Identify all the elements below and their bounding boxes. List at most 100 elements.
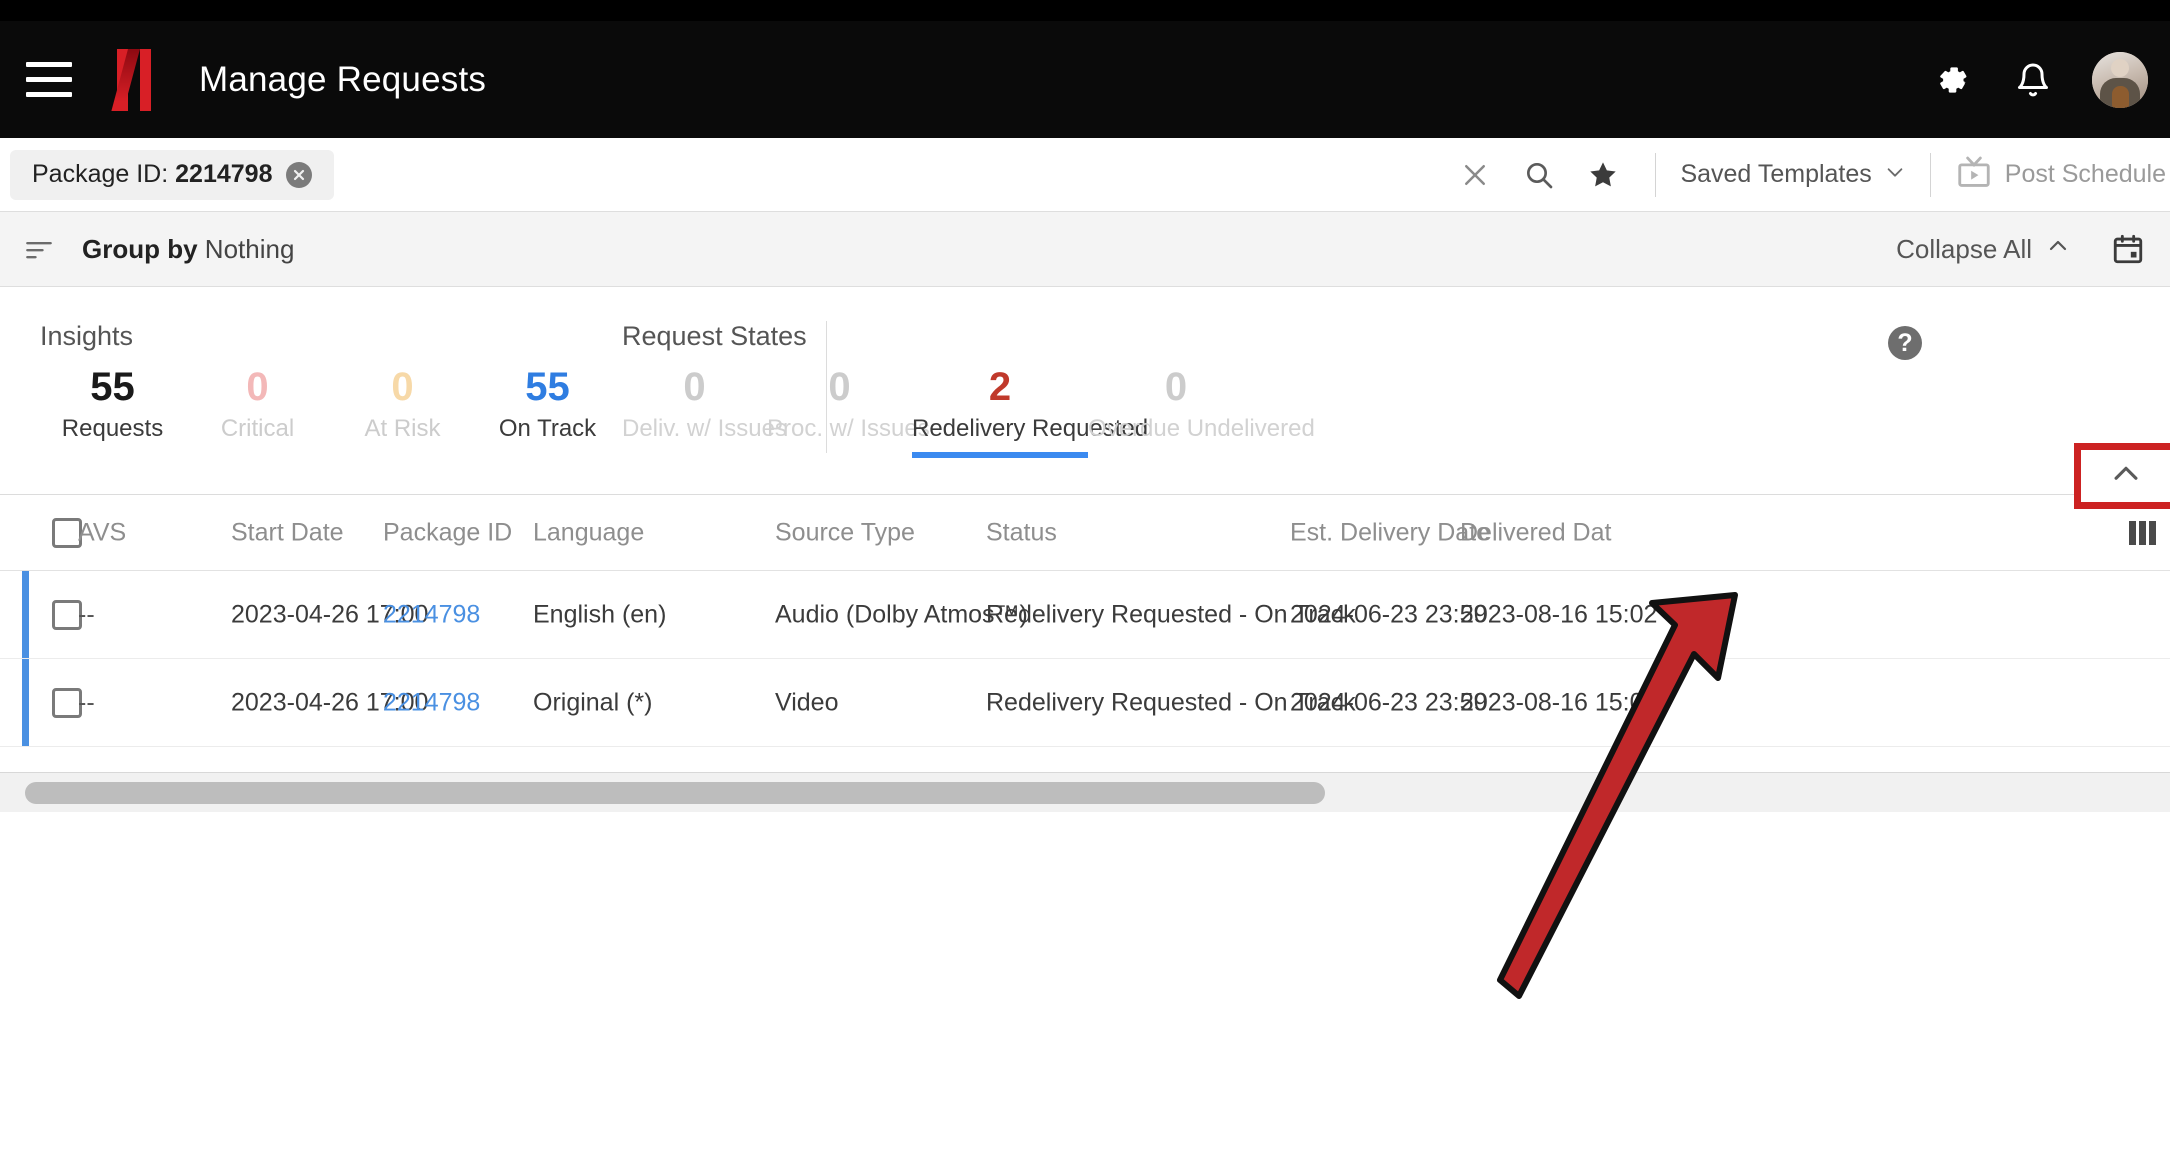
cell-est-delivery-date: 2024-06-23 23:59 [1290, 688, 1488, 716]
group-by-label: Group by [82, 233, 198, 264]
stat-value: 0 [1164, 365, 1188, 409]
stat-label: On Track [498, 415, 597, 443]
filter-chip-label: Package ID: [32, 160, 169, 188]
chevron-down-icon [1884, 161, 1906, 188]
search-icon[interactable] [1513, 149, 1565, 201]
column-header-status[interactable]: Status [986, 518, 1057, 547]
divider [1655, 152, 1657, 197]
filter-chip-package-id[interactable]: Package ID: 2214798 [10, 149, 335, 200]
column-header-avs[interactable]: AVS [78, 518, 126, 547]
header-actions [1932, 51, 2148, 108]
stat-value: 55 [90, 365, 135, 409]
stat-at-risk[interactable]: 0 At Risk [330, 364, 475, 458]
column-header-delivered-date[interactable]: Delivered Dat [1460, 518, 1611, 547]
table-header-row: AVS Start Date Package ID Language Sourc… [0, 495, 2170, 571]
active-tab-underline [912, 451, 1088, 458]
insights-group: Insights 55 Requests 0 Critical 0 At Ris… [40, 321, 620, 458]
stat-value: 2 [988, 365, 1012, 409]
insights-panel: ? Insights 55 Requests 0 Critical 0 At R… [0, 287, 2170, 495]
column-header-package-id[interactable]: Package ID [383, 518, 512, 547]
post-schedule-label: Post Schedule [2004, 160, 2166, 188]
state-deliv-with-issues[interactable]: 0 Deliv. w/ Issues [622, 364, 787, 458]
stat-label: Redelivery Requested [912, 415, 1149, 443]
hamburger-menu-icon[interactable] [20, 51, 78, 109]
bell-icon[interactable] [2012, 59, 2054, 101]
request-states-stats: 0 Deliv. w/ Issues 0 Proc. w/ Issues 2 R… [622, 364, 1315, 458]
table-body: -- 2023-04-26 17:00 2214798 English (en)… [0, 571, 2170, 747]
insights-stats: 55 Requests 0 Critical 0 At Risk 55 On T… [40, 364, 620, 458]
app-root: Manage Requests Package ID: 2214798 Save… [0, 0, 2170, 1174]
stat-value: 0 [828, 365, 851, 409]
filter-toolbar: Package ID: 2214798 Saved Templates Post… [0, 138, 2170, 211]
filter-chip-value: 2214798 [175, 160, 273, 188]
stat-label: Requests [61, 415, 164, 443]
stat-value: 0 [683, 365, 706, 409]
group-by-control[interactable]: Group by Nothing [82, 234, 294, 265]
insights-title: Insights [40, 321, 134, 351]
state-proc-with-issues[interactable]: 0 Proc. w/ Issues [767, 364, 930, 458]
cell-language: English (en) [533, 600, 667, 628]
cell-language: Original (*) [533, 688, 653, 716]
group-lines-icon[interactable] [18, 228, 60, 270]
request-states-title: Request States [622, 321, 807, 351]
saved-templates-dropdown[interactable]: Saved Templates [1676, 160, 1909, 189]
post-schedule-button[interactable]: Post Schedule [1951, 153, 2170, 196]
star-icon[interactable] [1577, 149, 1629, 201]
cell-avs: -- [78, 688, 95, 716]
table-row[interactable]: -- 2023-04-26 17:00 2214798 Original (*)… [0, 659, 2170, 747]
state-redelivery-requested[interactable]: 2 Redelivery Requested [912, 364, 1149, 458]
table-row[interactable]: -- 2023-04-26 17:00 2214798 English (en)… [0, 571, 2170, 659]
saved-templates-label: Saved Templates [1680, 160, 1872, 188]
horizontal-scrollbar[interactable] [0, 772, 2170, 812]
cell-delivered-date: 2023-08-16 15:02 [1460, 600, 1658, 628]
stat-value: 55 [525, 365, 570, 409]
cell-est-delivery-date: 2024-06-23 23:59 [1290, 600, 1488, 628]
scrollbar-thumb[interactable] [25, 782, 1325, 804]
column-header-start-date[interactable]: Start Date [231, 518, 344, 547]
help-circle-icon[interactable]: ? [1888, 326, 1922, 360]
stat-value: 0 [391, 365, 414, 409]
app-header: Manage Requests [0, 21, 2170, 138]
cell-avs: -- [78, 600, 95, 628]
row-accent-bar [22, 659, 29, 746]
stat-label: Proc. w/ Issues [767, 415, 930, 443]
top-black-strip [0, 0, 2170, 21]
stat-critical[interactable]: 0 Critical [185, 364, 330, 458]
request-states-group: Request States 0 Deliv. w/ Issues 0 Proc… [622, 321, 1315, 458]
group-by-value: Nothing [204, 233, 295, 264]
requests-table: AVS Start Date Package ID Language Sourc… [0, 495, 2170, 747]
gear-icon[interactable] [1932, 59, 1974, 101]
row-accent-bar [22, 571, 29, 658]
stat-label: Overdue Undelivered [1088, 415, 1315, 443]
stat-label: Deliv. w/ Issues [622, 415, 787, 443]
cell-source-type: Video [775, 688, 839, 716]
collapse-insights-button[interactable] [2080, 449, 2170, 503]
page-title: Manage Requests [199, 59, 487, 99]
divider [1929, 152, 1931, 197]
columns-icon[interactable] [2129, 520, 2156, 545]
state-overdue-undelivered[interactable]: 0 Overdue Undelivered [1088, 364, 1315, 458]
calendar-icon[interactable] [2106, 227, 2150, 271]
cell-delivered-date: 2023-08-16 15:02 [1460, 688, 1658, 716]
stat-value: 0 [246, 365, 269, 409]
netflix-logo[interactable] [111, 48, 151, 111]
cell-package-id[interactable]: 2214798 [383, 600, 480, 629]
stat-requests[interactable]: 55 Requests [40, 364, 185, 458]
column-header-source-type[interactable]: Source Type [775, 518, 915, 547]
collapse-all-button[interactable]: Collapse All [1896, 234, 2070, 265]
collapse-all-label: Collapse All [1896, 233, 2032, 264]
chevron-up-icon [2046, 234, 2070, 265]
stat-label: At Risk [364, 415, 441, 443]
filter-actions: Saved Templates Post Schedule [1443, 138, 2170, 211]
close-icon[interactable] [1449, 149, 1501, 201]
cell-package-id[interactable]: 2214798 [383, 688, 480, 717]
tv-icon [1955, 153, 1993, 196]
chevron-up-icon [2109, 457, 2143, 496]
stat-on-track[interactable]: 55 On Track [475, 364, 620, 458]
avatar[interactable] [2092, 51, 2148, 108]
stat-label: Critical [220, 415, 295, 443]
column-header-language[interactable]: Language [533, 518, 644, 547]
close-circle-icon[interactable] [286, 161, 313, 188]
empty-area [0, 812, 2170, 1174]
group-by-toolbar: Group by Nothing Collapse All [0, 211, 2170, 287]
